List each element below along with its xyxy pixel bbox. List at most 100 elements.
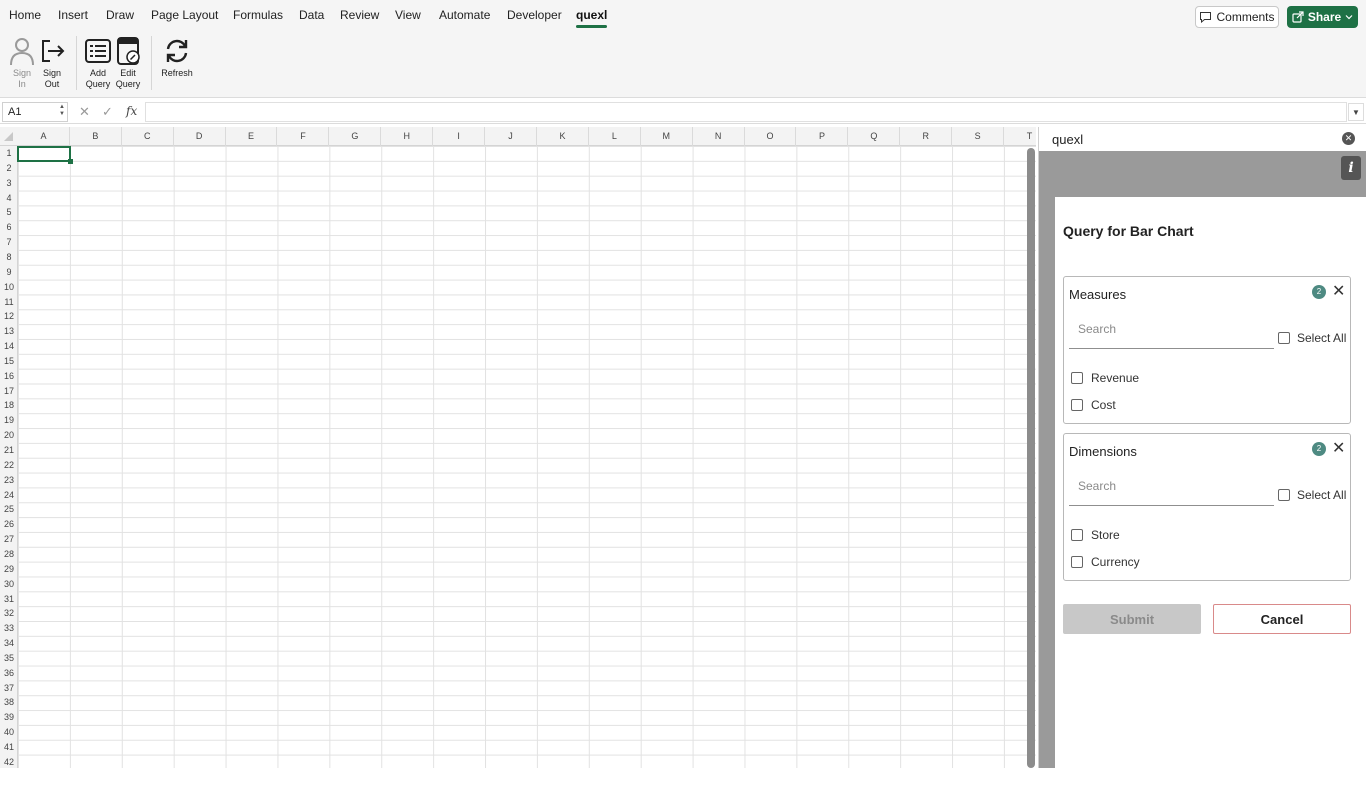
cancel-icon[interactable]: ✕ [79, 104, 90, 120]
refresh-button[interactable]: Refresh [158, 36, 196, 79]
measure-item-revenue[interactable]: Revenue [1071, 371, 1139, 385]
column-header-cell[interactable]: B [70, 127, 122, 146]
measure-item-cost[interactable]: Cost [1071, 398, 1116, 412]
column-header-cell[interactable]: P [797, 127, 849, 146]
row-header-cell[interactable]: 4 [0, 191, 18, 206]
tab-insert[interactable]: Insert [58, 8, 88, 22]
row-header-cell[interactable]: 29 [0, 562, 18, 577]
column-header-cell[interactable]: Q [848, 127, 901, 146]
tab-review[interactable]: Review [340, 8, 379, 22]
row-header-cell[interactable]: 7 [0, 235, 18, 250]
checkbox[interactable] [1071, 556, 1083, 568]
dimensions-select-all[interactable]: Select All [1278, 488, 1346, 502]
row-header-cell[interactable]: 11 [0, 295, 18, 310]
tab-view[interactable]: View [395, 8, 421, 22]
row-header-cell[interactable]: 16 [0, 369, 18, 384]
row-header-cell[interactable]: 40 [0, 725, 18, 740]
cell-grid[interactable] [18, 146, 1036, 768]
row-header-cell[interactable]: 34 [0, 636, 18, 651]
select-all-corner[interactable] [4, 132, 13, 141]
column-header-cell[interactable]: M [641, 127, 693, 146]
row-header-cell[interactable]: 22 [0, 458, 18, 473]
row-header-cell[interactable]: 5 [0, 205, 18, 220]
column-header-cell[interactable]: F [278, 127, 330, 146]
row-header-cell[interactable]: 15 [0, 354, 18, 369]
column-header-cell[interactable]: I [433, 127, 486, 146]
row-header-cell[interactable]: 8 [0, 250, 18, 265]
formula-input[interactable] [145, 102, 1347, 122]
row-header-cell[interactable]: 18 [0, 398, 18, 413]
formula-expand-icon[interactable]: ▼ [1348, 103, 1364, 121]
sign-out-button[interactable]: Sign Out [36, 36, 68, 90]
row-header-cell[interactable]: 12 [0, 309, 18, 324]
submit-button[interactable]: Submit [1063, 604, 1201, 634]
column-header-cell[interactable]: A [18, 127, 70, 146]
checkbox[interactable] [1071, 372, 1083, 384]
check-icon[interactable]: ✓ [102, 104, 113, 120]
select-all-checkbox[interactable] [1278, 332, 1290, 344]
add-query-button[interactable]: Add Query [82, 36, 114, 90]
row-header-cell[interactable]: 3 [0, 176, 18, 191]
row-header-cell[interactable]: 28 [0, 547, 18, 562]
comments-button[interactable]: Comments [1195, 6, 1279, 28]
name-box[interactable]: A1 ▲ ▼ [2, 102, 68, 122]
measures-select-all[interactable]: Select All [1278, 331, 1346, 345]
checkbox[interactable] [1071, 529, 1083, 541]
row-header-cell[interactable]: 19 [0, 413, 18, 428]
tab-page-layout[interactable]: Page Layout [151, 8, 218, 22]
row-header-cell[interactable]: 27 [0, 532, 18, 547]
measures-search-input[interactable]: Search [1069, 315, 1274, 349]
row-header-cell[interactable]: 14 [0, 339, 18, 354]
spinner-icon[interactable]: ▲ ▼ [59, 104, 65, 118]
tab-developer[interactable]: Developer [507, 8, 562, 22]
row-header-cell[interactable]: 24 [0, 488, 18, 503]
row-header-cell[interactable]: 21 [0, 443, 18, 458]
row-header-cell[interactable]: 30 [0, 577, 18, 592]
row-header-cell[interactable]: 35 [0, 651, 18, 666]
sign-in-button[interactable]: Sign In [6, 36, 38, 90]
column-header-cell[interactable]: D [174, 127, 226, 146]
column-header-cell[interactable]: O [745, 127, 797, 146]
column-header-cell[interactable]: G [329, 127, 382, 146]
column-header-cell[interactable]: L [589, 127, 641, 146]
vertical-scrollbar[interactable] [1027, 148, 1035, 768]
function-icon[interactable]: fx [126, 104, 137, 118]
column-header-cell[interactable]: K [537, 127, 589, 146]
row-header-cell[interactable]: 41 [0, 740, 18, 755]
row-header-cell[interactable]: 20 [0, 428, 18, 443]
row-header-cell[interactable]: 37 [0, 681, 18, 696]
row-header-cell[interactable]: 9 [0, 265, 18, 280]
column-header-cell[interactable]: J [485, 127, 537, 146]
column-header-cell[interactable]: R [900, 127, 953, 146]
row-header-cell[interactable]: 39 [0, 710, 18, 725]
info-icon[interactable]: i [1341, 156, 1361, 180]
row-header-cell[interactable]: 32 [0, 606, 18, 621]
tab-formulas[interactable]: Formulas [233, 8, 283, 22]
tab-automate[interactable]: Automate [439, 8, 490, 22]
row-header-cell[interactable]: 25 [0, 502, 18, 517]
tab-home[interactable]: Home [9, 8, 41, 22]
selected-cell[interactable] [17, 146, 73, 164]
row-header-cell[interactable]: 6 [0, 220, 18, 235]
row-header-cell[interactable]: 1 [0, 146, 18, 161]
checkbox[interactable] [1071, 399, 1083, 411]
edit-query-button[interactable]: Edit Query [112, 36, 144, 90]
row-header-cell[interactable]: 26 [0, 517, 18, 532]
share-button[interactable]: Share [1287, 6, 1358, 28]
row-header-cell[interactable]: 31 [0, 592, 18, 607]
column-header-cell[interactable]: E [226, 127, 278, 146]
row-header-cell[interactable]: 38 [0, 695, 18, 710]
row-header-cell[interactable]: 10 [0, 280, 18, 295]
dimensions-search-input[interactable]: Search [1069, 472, 1274, 506]
cancel-button[interactable]: Cancel [1213, 604, 1351, 634]
tab-data[interactable]: Data [299, 8, 324, 22]
row-header-cell[interactable]: 2 [0, 161, 18, 176]
row-header-cell[interactable]: 13 [0, 324, 18, 339]
row-header-cell[interactable]: 42 [0, 755, 18, 768]
row-header-cell[interactable]: 33 [0, 621, 18, 636]
tab-draw[interactable]: Draw [106, 8, 134, 22]
column-header-cell[interactable]: T [1004, 127, 1036, 146]
dimension-item-currency[interactable]: Currency [1071, 555, 1140, 569]
column-header-cell[interactable]: H [381, 127, 434, 146]
dimensions-close-icon[interactable]: ✕ [1332, 438, 1345, 458]
